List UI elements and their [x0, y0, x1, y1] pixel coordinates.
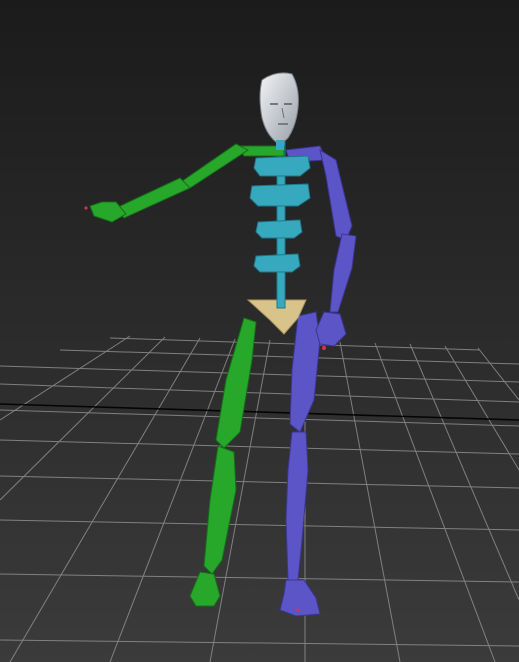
3d-viewport[interactable] — [0, 0, 519, 662]
spine-vertebra-1[interactable] — [253, 155, 311, 177]
spine-vertebra-3[interactable] — [255, 219, 303, 239]
spine-vertebra-2[interactable] — [249, 183, 311, 207]
marker — [322, 346, 326, 350]
viewport-background — [0, 0, 519, 662]
spine-vertebra-4[interactable] — [253, 253, 301, 273]
marker — [296, 608, 300, 612]
marker — [84, 206, 88, 210]
neck — [276, 140, 284, 150]
viewport-scene[interactable] — [0, 0, 519, 662]
